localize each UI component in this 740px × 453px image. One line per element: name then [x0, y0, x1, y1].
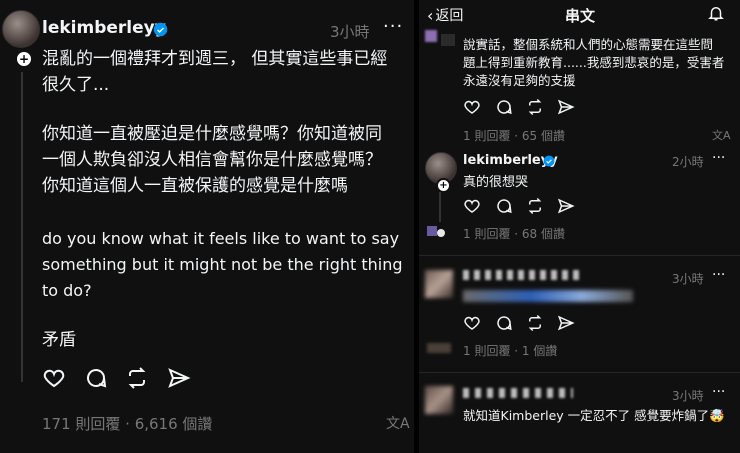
reply-text: 真的很想哭	[463, 175, 529, 190]
redacted-username	[463, 270, 583, 280]
divider	[419, 255, 740, 256]
comment-icon[interactable]	[495, 98, 513, 116]
post-time: 3小時	[330, 23, 370, 41]
follow-plus-icon[interactable]: +	[15, 50, 33, 68]
chevron-left-icon: ‹	[427, 5, 434, 25]
thread-panel: ‹ 返回 串文 說實話，整個系統和人們的心態需要在這些問 題上得到重新教育...…	[419, 0, 740, 453]
translate-icon[interactable]: 文A	[712, 127, 731, 143]
post-line: 矛盾	[42, 330, 76, 350]
redacted-avatar	[437, 229, 445, 237]
more-options-icon[interactable]: ···	[712, 384, 725, 400]
post-paragraph-2: 你知道一直被壓迫是什麼感覺嗎？你知道被同 一個人欺負卻沒人相信會幫你是什麼感覺嗎…	[42, 121, 382, 199]
reply-time: 2小時	[672, 155, 704, 169]
share-send-icon[interactable]	[167, 366, 191, 390]
more-options-icon[interactable]: ···	[712, 150, 725, 166]
like-heart-icon[interactable]	[463, 197, 481, 215]
reply-top-stats[interactable]: 1 則回覆 · 65 個讚	[463, 127, 565, 144]
more-options-icon[interactable]: ···	[712, 267, 725, 283]
repost-icon[interactable]	[125, 366, 149, 390]
reply-top-text: 說實話，整個系統和人們的心態需要在這些問 題上得到重新教育......我感到悲哀…	[463, 36, 724, 90]
reply-b-text: 就知道Kimberley 一定忍不了 感覺要炸鍋了🤯	[463, 408, 725, 423]
post-stats[interactable]: 171 則回覆 · 6,616 個讚	[42, 413, 212, 434]
reply-main-stats[interactable]: 1 則回覆 · 68 個讚	[463, 225, 565, 242]
page-title: 串文	[565, 7, 596, 25]
notification-bell-icon[interactable]	[707, 4, 725, 22]
share-send-icon[interactable]	[557, 197, 575, 215]
post-line: 一個人欺負卻沒人相信會幫你是什麼感覺嗎？	[42, 150, 382, 170]
repost-icon[interactable]	[526, 314, 544, 332]
redacted-avatar	[427, 343, 451, 353]
redacted-avatar	[425, 270, 453, 298]
share-send-icon[interactable]	[557, 98, 575, 116]
like-heart-icon[interactable]	[463, 314, 481, 332]
author-avatar[interactable]	[2, 10, 40, 48]
post-line: 你知道一直被壓迫是什麼感覺嗎？你知道被同	[42, 124, 382, 144]
reply-a-time: 3小時	[672, 272, 704, 286]
redacted-avatar	[425, 386, 453, 414]
reply-a-stats[interactable]: 1 則回覆 · 1 個讚	[463, 342, 557, 359]
share-send-icon[interactable]	[557, 314, 575, 332]
repost-icon[interactable]	[526, 98, 544, 116]
divider	[419, 372, 740, 373]
post-paragraph-4: 矛盾	[42, 327, 76, 353]
comment-icon[interactable]	[84, 366, 108, 390]
like-heart-icon[interactable]	[42, 366, 66, 390]
post-line: 混亂的一個禮拜才到週三， 但其實這些事已經	[42, 49, 388, 69]
reply-line: 題上得到重新教育......我感到悲哀的是，受害者	[463, 55, 725, 70]
thread-line	[21, 72, 23, 382]
post-line: 你知道這個人一直被保護的感覺是什麼嗎	[42, 176, 348, 196]
post-paragraph-3: do you know what it feels like to want t…	[42, 226, 403, 304]
verified-badge-icon	[153, 22, 168, 37]
redacted-username	[463, 388, 573, 398]
redacted-reply-text	[463, 290, 633, 302]
post-line: to do?	[42, 281, 92, 300]
author-username[interactable]: lekimberleyy	[42, 18, 166, 38]
more-options-icon[interactable]: ···	[383, 16, 403, 37]
redacted-avatar	[427, 226, 437, 236]
post-line: 很久了...	[42, 75, 110, 95]
thread-line	[439, 192, 441, 222]
follow-plus-icon[interactable]: +	[436, 178, 451, 193]
comment-icon[interactable]	[495, 197, 513, 215]
post-line: do you know what it feels like to want t…	[42, 229, 400, 248]
main-post-panel: + lekimberleyy 3小時 ··· 混亂的一個禮拜才到週三， 但其實這…	[0, 0, 414, 453]
like-heart-icon[interactable]	[463, 98, 481, 116]
reply-line: 說實話，整個系統和人們的心態需要在這些問	[463, 37, 714, 52]
comment-icon[interactable]	[495, 314, 513, 332]
verified-badge-icon	[543, 155, 555, 167]
redacted-avatar	[425, 30, 437, 42]
back-button[interactable]: ‹ 返回	[427, 5, 463, 25]
reply-b-time: 3小時	[672, 389, 704, 403]
post-paragraph-1: 混亂的一個禮拜才到週三， 但其實這些事已經 很久了...	[42, 46, 387, 98]
post-line: something but it might not be the right …	[42, 255, 403, 274]
back-label: 返回	[435, 8, 464, 24]
redacted-avatar	[441, 34, 455, 46]
translate-icon[interactable]: 文A	[386, 413, 410, 433]
repost-icon[interactable]	[526, 197, 544, 215]
reply-line: 永遠沒有足夠的支援	[463, 73, 576, 88]
